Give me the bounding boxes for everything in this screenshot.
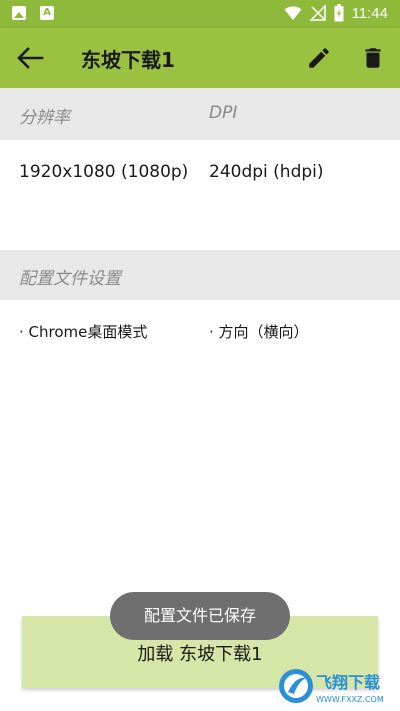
site-watermark: 飞翔下载 WWW.FXXZ.COM: [279, 669, 384, 704]
setting-item-desktop-mode: · Chrome桌面模式: [19, 323, 148, 341]
status-bar: A 11:44: [0, 0, 400, 28]
profile-settings-header: 配置文件设置: [0, 250, 400, 300]
dpi-value: 240dpi (hdpi): [209, 162, 324, 182]
dpi-label: DPI: [209, 103, 238, 123]
no-signal-icon: [309, 5, 326, 21]
clock: 11:44: [351, 4, 388, 22]
wifi-icon: [284, 6, 302, 20]
image-icon: [12, 6, 26, 20]
delete-trash-icon[interactable]: [360, 45, 386, 71]
watermark-text: 飞翔下载: [316, 673, 380, 692]
page-title: 东坡下载1: [81, 48, 175, 72]
edit-pencil-icon[interactable]: [306, 45, 332, 71]
a-icon: A: [40, 6, 54, 20]
resolution-value: 1920x1080 (1080p): [19, 162, 189, 182]
profile-settings-title: 配置文件设置: [19, 269, 121, 289]
watermark-url: WWW.FXXZ.COM: [316, 695, 384, 704]
resolution-label: 分辨率: [19, 108, 70, 128]
app-toolbar: 东坡下载1: [0, 28, 400, 88]
load-profile-button-label: 加载 东坡下载1: [137, 644, 263, 665]
display-section-header: 分辨率 DPI: [0, 88, 400, 140]
toast-message: 配置文件已保存: [110, 592, 290, 640]
setting-item-orientation: · 方向（横向）: [209, 323, 309, 341]
back-arrow-icon[interactable]: [16, 46, 44, 70]
battery-icon: [334, 4, 344, 22]
